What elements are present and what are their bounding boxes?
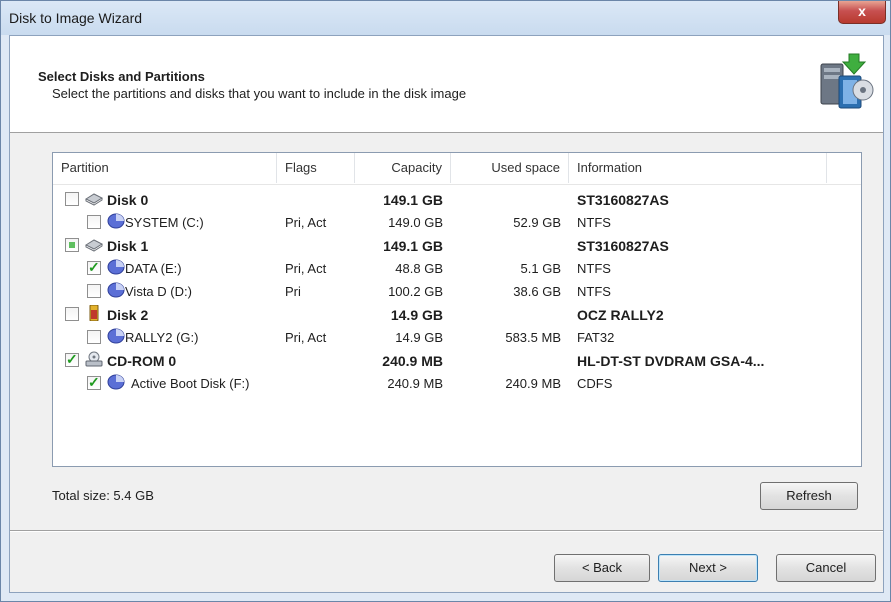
table-row[interactable]: Vista D (D:) Pri 100.2 GB 38.6 GB NTFS (53, 281, 861, 304)
partition-icon (107, 328, 125, 344)
total-size-label: Total size: 5.4 GB (52, 488, 154, 503)
table-row[interactable]: SYSTEM (C:) Pri, Act 149.0 GB 52.9 GB NT… (53, 212, 861, 235)
hard-disk-icon (85, 239, 103, 252)
row-used: 5.1 GB (520, 261, 561, 276)
close-icon: x (858, 3, 866, 19)
back-button[interactable]: < Back (554, 554, 650, 582)
row-name: Disk 1 (107, 238, 149, 254)
computer-disk-arrow-icon (820, 53, 874, 109)
wizard-window: Disk to Image Wizard x Select Disks and … (0, 0, 891, 602)
row-checkbox[interactable] (65, 351, 79, 368)
table-row[interactable]: Active Boot Disk (F:) 240.9 MB 240.9 MB … (53, 373, 861, 396)
list-header: Partition Flags Capacity Used space Info… (53, 153, 861, 185)
cancel-button[interactable]: Cancel (776, 554, 876, 582)
row-capacity: 48.8 GB (395, 261, 443, 276)
row-checkbox[interactable] (87, 330, 101, 344)
table-row[interactable]: DATA (E:) Pri, Act 48.8 GB 5.1 GB NTFS (53, 258, 861, 281)
row-info: ST3160827AS (577, 192, 669, 208)
page-title: Select Disks and Partitions (38, 69, 205, 84)
row-capacity: 149.0 GB (388, 215, 443, 230)
row-checkbox[interactable] (87, 259, 101, 276)
row-name: Active Boot Disk (F:) (131, 376, 250, 391)
partition-list[interactable]: Partition Flags Capacity Used space Info… (52, 152, 862, 467)
partition-icon (107, 282, 125, 298)
row-capacity: 240.9 MB (387, 376, 443, 391)
row-info: OCZ RALLY2 (577, 307, 664, 323)
table-row[interactable]: RALLY2 (G:) Pri, Act 14.9 GB 583.5 MB FA… (53, 327, 861, 350)
hard-disk-icon (85, 193, 103, 206)
table-row[interactable]: Disk 1 149.1 GB ST3160827AS (53, 235, 861, 258)
row-checkbox[interactable] (87, 215, 101, 229)
wizard-header: Select Disks and Partitions Select the p… (10, 36, 883, 133)
row-flags: Pri, Act (285, 215, 327, 230)
row-info: NTFS (577, 215, 611, 230)
row-info: HL-DT-ST DVDRAM GSA-4... (577, 353, 765, 369)
window-title: Disk to Image Wizard (9, 10, 143, 26)
row-name: Disk 2 (107, 307, 149, 323)
row-info: NTFS (577, 284, 611, 299)
row-checkbox[interactable] (65, 192, 79, 206)
row-capacity: 14.9 GB (395, 330, 443, 345)
title-bar: Disk to Image Wizard x (1, 1, 890, 35)
row-capacity: 100.2 GB (388, 284, 443, 299)
column-used-space[interactable]: Used space (451, 153, 569, 183)
partition-icon (107, 259, 125, 275)
usb-drive-icon (89, 305, 99, 321)
column-flags[interactable]: Flags (277, 153, 355, 183)
table-row[interactable]: Disk 2 14.9 GB OCZ RALLY2 (53, 304, 861, 327)
partition-icon (107, 374, 125, 390)
row-name: SYSTEM (C:) (125, 215, 204, 230)
row-flags: Pri, Act (285, 261, 327, 276)
row-name: Vista D (D:) (125, 284, 192, 299)
row-checkbox[interactable] (65, 307, 79, 321)
row-checkbox[interactable] (87, 374, 101, 391)
footer-divider (10, 530, 883, 532)
cd-rom-icon (85, 351, 103, 367)
table-row[interactable]: CD-ROM 0 240.9 MB HL-DT-ST DVDRAM GSA-4.… (53, 350, 861, 373)
row-capacity: 240.9 MB (382, 353, 443, 369)
row-name: CD-ROM 0 (107, 353, 177, 369)
page-subtitle: Select the partitions and disks that you… (52, 86, 467, 101)
row-info: FAT32 (577, 330, 615, 345)
row-used: 583.5 MB (505, 330, 561, 345)
row-used: 240.9 MB (505, 376, 561, 391)
column-capacity[interactable]: Capacity (355, 153, 451, 183)
row-name: DATA (E:) (125, 261, 182, 276)
row-used: 38.6 GB (513, 284, 561, 299)
partition-icon (107, 213, 125, 229)
row-name: Disk 0 (107, 192, 149, 208)
row-name: RALLY2 (G:) (125, 330, 199, 345)
row-used: 52.9 GB (513, 215, 561, 230)
row-info: NTFS (577, 261, 611, 276)
wizard-body: Select Disks and Partitions Select the p… (9, 35, 884, 593)
row-flags: Pri, Act (285, 330, 327, 345)
row-checkbox[interactable] (65, 238, 79, 252)
refresh-button[interactable]: Refresh (760, 482, 858, 510)
row-checkbox[interactable] (87, 284, 101, 298)
row-capacity: 149.1 GB (383, 192, 443, 208)
row-flags: Pri (285, 284, 301, 299)
close-button[interactable]: x (838, 1, 886, 24)
row-capacity: 14.9 GB (390, 307, 443, 323)
row-capacity: 149.1 GB (383, 238, 443, 254)
row-info: ST3160827AS (577, 238, 669, 254)
column-partition[interactable]: Partition (53, 153, 277, 183)
table-row[interactable]: Disk 0 149.1 GB ST3160827AS (53, 189, 861, 212)
column-information[interactable]: Information (569, 153, 827, 183)
next-button[interactable]: Next > (658, 554, 758, 582)
row-info: CDFS (577, 376, 613, 391)
